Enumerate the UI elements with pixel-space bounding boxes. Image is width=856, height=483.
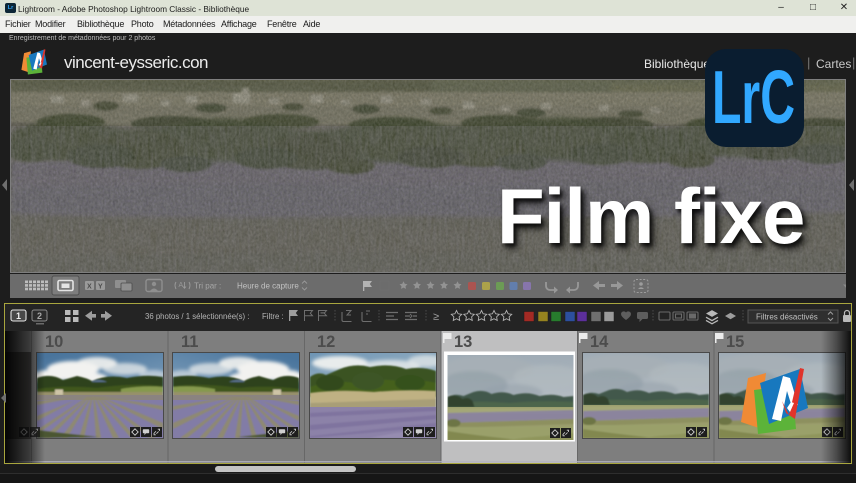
svg-text:Tri par :: Tri par :: [194, 282, 221, 291]
svg-text:≥: ≥: [433, 311, 439, 323]
svg-text:Filtre :: Filtre :: [262, 312, 284, 321]
svg-text:Heure de capture: Heure de capture: [237, 282, 299, 291]
svg-text:LrC: LrC: [712, 55, 795, 139]
svg-text:Filtres désactivés: Filtres désactivés: [756, 313, 818, 322]
svg-text:1: 1: [16, 311, 21, 321]
svg-text:14: 14: [590, 333, 609, 351]
svg-text:X: X: [87, 284, 92, 291]
svg-text:2: 2: [37, 311, 42, 321]
svg-text:11: 11: [181, 333, 198, 351]
svg-text:13: 13: [454, 333, 472, 351]
svg-text:Y: Y: [98, 284, 103, 291]
svg-text:A: A: [179, 282, 184, 289]
svg-text:10: 10: [45, 333, 63, 351]
svg-text:15: 15: [726, 333, 744, 351]
svg-text:36 photos / 1 sélectionnée(s): 36 photos / 1 sélectionnée(s) :: [145, 312, 249, 321]
svg-text:12: 12: [317, 333, 335, 351]
